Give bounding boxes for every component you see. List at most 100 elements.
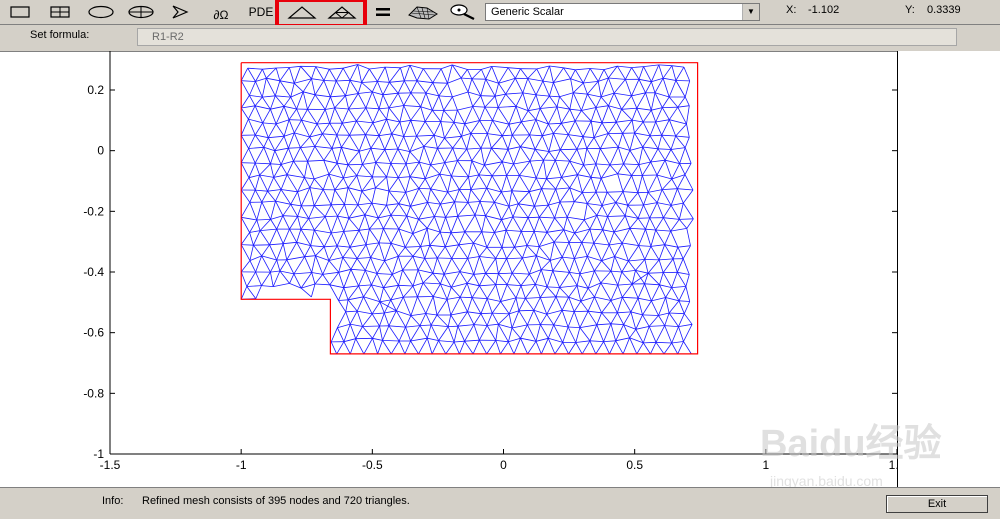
mesh-edge [445,245,459,247]
mesh-edge [481,314,487,326]
init-mesh-button[interactable] [284,1,320,23]
solve-pde-button[interactable] [369,1,397,23]
mesh-edge [679,219,693,220]
zoom-button[interactable] [446,1,478,23]
mesh-edge [508,147,520,150]
mesh-edge [562,161,570,177]
mesh-edge [560,188,570,202]
mesh-edge [479,286,487,299]
mesh-edge [479,257,495,259]
mesh-edge [256,82,263,98]
mesh-edge [405,247,413,256]
mesh-edge [591,164,596,177]
mesh-edge [502,247,507,258]
mesh-edge [441,110,444,121]
mesh-edge [512,191,530,192]
mesh-edge [573,93,587,94]
mesh-edge [616,325,624,341]
mesh-edge [263,123,276,124]
mesh-edge [656,218,664,230]
mesh-edge [379,109,387,119]
mesh-edge [308,161,315,179]
ellipse-tool-button[interactable] [84,1,118,23]
mesh-edge [512,273,529,274]
mesh-edge [377,274,392,275]
mesh-edge [651,110,655,122]
mesh-edge [527,325,536,341]
mesh-edge [241,287,247,300]
exit-button[interactable]: Exit [886,495,988,513]
mesh-edge [577,149,584,165]
mesh-edge [356,121,373,123]
mesh-edge [323,261,329,275]
rectangle-center-tool-button[interactable] [44,1,76,23]
mesh-edge [536,81,543,95]
plot-solution-button[interactable] [405,1,441,23]
mesh-edge [522,258,529,274]
mesh-edge [665,245,678,248]
mesh-edge [602,122,616,123]
x-tick-label: -0.5 [362,458,383,472]
mesh-edge [611,301,618,313]
mesh-edge [632,68,639,80]
mesh-edge [494,192,501,202]
pde-mode-button[interactable]: PDE [245,1,277,23]
mesh-edge [568,327,576,343]
mesh-edge [622,261,629,272]
mesh-edge [343,258,351,270]
mesh-edge [337,246,343,258]
mesh-edge [276,68,289,69]
mesh-edge [448,192,455,202]
mesh-edge [553,133,568,134]
mesh-edge [451,232,465,233]
mesh-edge [680,148,686,164]
mesh-edge [365,270,371,285]
mesh-edge [363,327,373,339]
mesh-plot[interactable]: -1.5-1-0.500.511.50.40.20-0.2-0.4-0.6-0.… [0,51,1000,487]
mesh-edge [535,284,547,287]
mesh-edge [518,192,529,204]
mesh-edge [474,274,480,286]
mesh-edge [461,70,467,79]
polygon-tool-button[interactable] [163,1,195,23]
pde-label: PDE [249,5,274,19]
application-mode-dropdown[interactable]: Generic Scalar ▼ [485,3,760,21]
mesh-edge [665,160,672,179]
rectangle-tool-button[interactable] [4,1,36,23]
mesh-edge [324,247,329,261]
refine-mesh-button[interactable] [323,1,361,23]
mesh-edge [431,163,445,165]
mesh-edge [475,215,486,216]
mesh-edge [362,82,378,83]
mesh-edge [563,342,569,354]
formula-input[interactable]: R1-R2 [137,28,957,46]
mesh-edge [459,243,474,245]
boundary-mode-button[interactable]: ∂Ω [205,1,237,23]
chevron-down-icon[interactable]: ▼ [742,4,759,20]
mesh-edge [644,192,649,205]
mesh-edge [679,301,690,302]
mesh-edge [672,327,679,343]
mesh-edge [268,124,276,138]
mesh-edge [624,164,632,176]
ellipse-center-tool-button[interactable] [125,1,157,23]
mesh-edge [583,69,590,84]
mesh-edge [577,137,583,150]
mesh-edge [596,149,600,164]
mesh-edge [280,81,294,84]
mesh-edge [310,188,323,190]
mesh-edge [357,164,363,175]
mesh-edge [350,135,360,151]
mesh-edge [419,188,428,202]
mesh-edge [346,96,349,109]
mesh-edge [314,206,325,217]
mesh-edge [622,270,636,272]
mesh-edge [679,286,686,300]
mesh-edge [556,188,570,189]
geometry-boundary [241,63,697,354]
mesh-edge [480,107,485,120]
mesh-edge [622,297,631,312]
mesh-edge [543,81,550,96]
mesh-edge [260,219,271,230]
mesh-edge [583,137,587,149]
